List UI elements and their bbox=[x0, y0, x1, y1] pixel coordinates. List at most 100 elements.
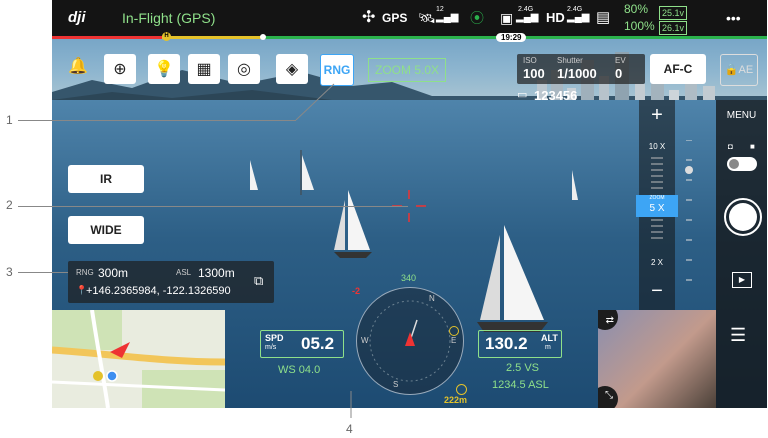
hd-label: HD bbox=[546, 10, 565, 25]
progress-position-dot bbox=[260, 34, 266, 40]
altitude-box: 130.2 ALT m bbox=[478, 330, 562, 358]
gimbal-scale bbox=[685, 140, 693, 281]
compass-north: N bbox=[429, 294, 435, 303]
pip-video-view[interactable]: ⇄ ⤡ bbox=[598, 310, 716, 408]
home-distance: 222m bbox=[444, 395, 468, 405]
asl-value: 1300m bbox=[198, 266, 235, 280]
zoom-slider[interactable]: + 10 X ZOOM 5 X 2 X − bbox=[636, 100, 678, 310]
settings-sliders-icon[interactable]: ☰ bbox=[730, 325, 746, 346]
compass-graphic bbox=[369, 300, 451, 382]
rng-button[interactable]: RNG bbox=[320, 54, 354, 86]
ir-button[interactable]: IR bbox=[68, 165, 144, 193]
callout-3: 3 bbox=[6, 265, 13, 279]
spotlight-icon[interactable]: 💡 bbox=[148, 54, 180, 84]
callout-1: 1 bbox=[6, 113, 13, 127]
zoom-readout: ZOOM 5.0X bbox=[368, 58, 447, 82]
battery-icon: ▤ bbox=[596, 9, 611, 26]
share-icon[interactable]: ⧉ bbox=[254, 273, 263, 289]
target-icon[interactable]: ◎ bbox=[228, 54, 260, 84]
rng-label: RNG bbox=[76, 268, 94, 277]
dji-logo[interactable]: dji bbox=[68, 0, 86, 36]
heading-readout: 340 bbox=[401, 273, 417, 283]
leader-line-3 bbox=[18, 272, 68, 273]
spd-label: SPD bbox=[265, 333, 284, 343]
spd-value: 05.2 bbox=[301, 334, 335, 353]
voltage-rc: 26.1v bbox=[659, 21, 688, 35]
notification-icon[interactable]: 🔔 bbox=[68, 56, 88, 76]
zoom-out-button[interactable]: − bbox=[639, 280, 675, 303]
ae-lock-button[interactable]: 🔒AE bbox=[720, 54, 758, 86]
video-icon: ■ bbox=[750, 142, 755, 151]
asl-label: ASL bbox=[176, 268, 192, 277]
shutter-button[interactable] bbox=[724, 198, 762, 236]
battery-progress-bar: H bbox=[52, 32, 767, 41]
camera-side-panel: MENU ◘ ■ ▶ ☰ bbox=[716, 100, 767, 408]
swap-view-icon[interactable]: ⇄ bbox=[598, 310, 618, 330]
callout-2: 2 bbox=[6, 198, 13, 212]
leader-line-1 bbox=[18, 120, 296, 121]
drone-icon: ✣ bbox=[362, 9, 376, 26]
waypoint-icon[interactable]: ◈ bbox=[276, 54, 308, 84]
home-marker-icon: H bbox=[162, 32, 171, 41]
mini-map[interactable] bbox=[52, 310, 225, 408]
hd-signal-icon: ▂▄▆ bbox=[567, 12, 590, 23]
satellite-icon: 🛰 bbox=[418, 10, 436, 26]
storage-icon: ▭ bbox=[517, 89, 528, 101]
alt-label: ALT bbox=[541, 333, 558, 343]
remote-controller-icon: ▣ bbox=[500, 10, 514, 26]
zoom-tick-10x: 10 X bbox=[648, 142, 666, 151]
compass-west: W bbox=[361, 336, 369, 345]
lock-icon: 🔒 bbox=[724, 64, 739, 76]
compass-south: S bbox=[393, 380, 399, 389]
menu-button[interactable]: MENU bbox=[716, 110, 767, 121]
speed-box: SPD m/s 05.2 bbox=[260, 330, 344, 358]
wind-speed: WS 04.0 bbox=[278, 364, 321, 376]
obstacle-sensor-icon: ⦿ bbox=[470, 10, 484, 26]
shutter-value: 1/1000 bbox=[557, 66, 597, 81]
status-bar: dji In-Flight (GPS) ✣ GPS 🛰 12 ▂▄▆ ⦿ ▣ 2… bbox=[52, 0, 767, 36]
coordinates: +146.2365984, -122.1326590 bbox=[86, 285, 231, 297]
camera-params-panel[interactable]: ISO 100 Shutter 1/1000 EV 0 bbox=[517, 54, 645, 84]
photo-video-toggle[interactable] bbox=[727, 157, 757, 171]
zoom-current-indicator[interactable]: ZOOM 5 X bbox=[636, 195, 678, 217]
speaker-icon[interactable]: ▦ bbox=[188, 54, 220, 84]
map-graphic bbox=[52, 310, 225, 408]
ev-label: EV bbox=[615, 56, 626, 65]
voltage-aircraft: 25.1v bbox=[659, 6, 688, 20]
iso-label: ISO bbox=[523, 56, 537, 65]
leader-line-2 bbox=[18, 206, 408, 207]
gimbal-mode-icon[interactable]: ⊕ bbox=[104, 54, 136, 84]
home-icon bbox=[449, 326, 459, 336]
zoom-in-button[interactable]: + bbox=[639, 104, 675, 127]
ae-lock-label: AE bbox=[738, 64, 754, 76]
signal-bars-icon: ▂▄▆ bbox=[436, 12, 459, 23]
rc-signal-icon: ▂▄▆ bbox=[516, 12, 539, 23]
attitude-compass[interactable]: N E S W bbox=[356, 287, 464, 395]
alt-value: 130.2 bbox=[485, 334, 528, 353]
alt-unit: m bbox=[545, 344, 551, 351]
ev-value: 0 bbox=[615, 66, 623, 81]
more-button[interactable]: ••• bbox=[726, 0, 741, 36]
zoom-current-value: 5 X bbox=[649, 203, 665, 214]
iso-value: 100 bbox=[523, 66, 545, 81]
focus-mode-button[interactable]: AF-C bbox=[650, 54, 706, 84]
storage-value: 123456 bbox=[534, 88, 578, 103]
vertical-speed: 2.5 VS bbox=[506, 362, 540, 374]
spd-unit: m/s bbox=[265, 344, 277, 351]
camera-view[interactable]: dji In-Flight (GPS) ✣ GPS 🛰 12 ▂▄▆ ⦿ ▣ 2… bbox=[52, 0, 767, 408]
flight-mode-label[interactable]: In-Flight (GPS) bbox=[122, 0, 215, 36]
collapse-view-icon[interactable]: ⤡ bbox=[598, 386, 618, 408]
gps-label: GPS bbox=[382, 11, 408, 25]
flight-time-badge: 19:29 bbox=[496, 33, 527, 42]
wide-button[interactable]: WIDE bbox=[68, 216, 144, 244]
photo-icon: ◘ bbox=[728, 142, 733, 151]
compass-east: E bbox=[451, 336, 457, 345]
shutter-label: Shutter bbox=[557, 56, 583, 65]
rng-value: 300m bbox=[98, 266, 129, 280]
home-marker-icon bbox=[456, 384, 467, 395]
rangefinder-panel: RNG 300m ASL 1300m 📍 +146.2365984, -122.… bbox=[68, 261, 274, 303]
zoom-tick-2x: 2 X bbox=[650, 258, 663, 267]
asl-altitude: 1234.5 ASL bbox=[492, 379, 549, 391]
playback-button[interactable]: ▶ bbox=[732, 272, 752, 288]
callout-4: 4 bbox=[346, 422, 353, 436]
